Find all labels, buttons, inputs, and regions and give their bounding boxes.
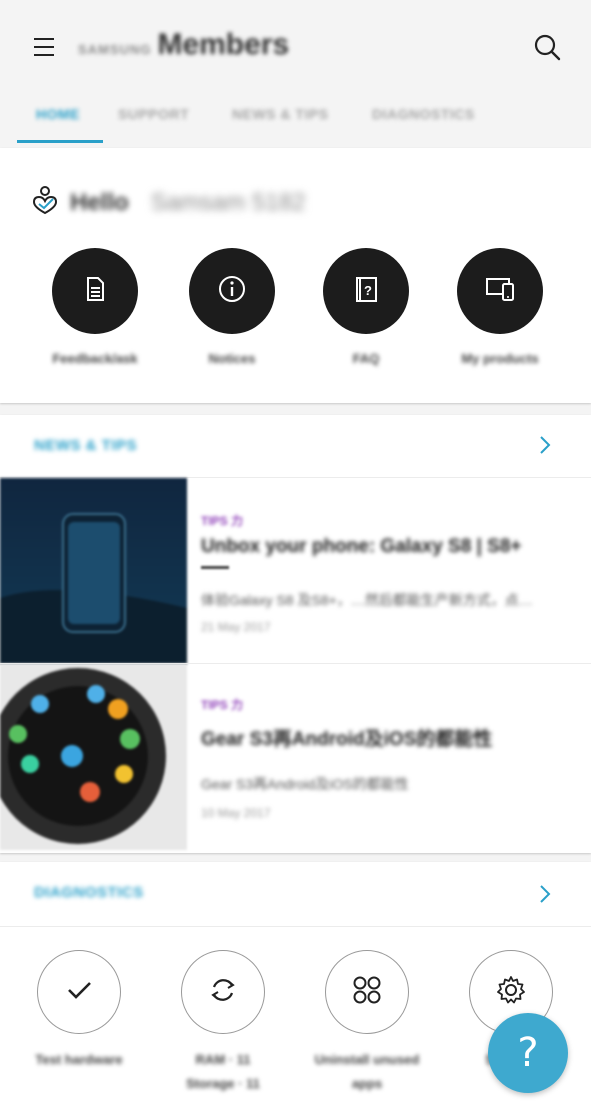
brand-title: Members — [157, 28, 290, 61]
tab-support[interactable]: SUPPORT — [118, 106, 189, 122]
news-description: 体验Galaxy S8 及S8+，…然后都能生产新方式，点… — [201, 592, 533, 608]
devices-icon — [483, 274, 517, 309]
news-tag: TIPS 力 — [201, 698, 244, 712]
my-products-label: My products — [461, 351, 539, 366]
check-icon — [64, 975, 94, 1010]
tab-home[interactable]: HOME — [36, 106, 80, 122]
feedback-button[interactable] — [52, 248, 138, 334]
faq-book-icon: ? — [351, 274, 381, 309]
divider — [0, 926, 591, 927]
hamburger-icon[interactable] — [28, 30, 62, 64]
info-icon — [216, 273, 248, 310]
news-item[interactable]: TIPS 力 Unbox your phone: Galaxy S8 | S8+… — [0, 477, 591, 664]
news-tips-card: NEWS & TIPS TIPS 力 Unbox your phone: Gal… — [0, 415, 591, 853]
search-icon[interactable] — [530, 30, 564, 64]
diag-label-line: Test hardware — [35, 1052, 123, 1067]
help-fab-button[interactable]: ? — [488, 1013, 568, 1093]
news-divider — [201, 566, 229, 569]
news-item[interactable]: TIPS 力 Gear S3再Android及iOS的都能性 Gear S3再A… — [0, 663, 591, 850]
optimize-memory-button[interactable] — [181, 950, 265, 1034]
svg-text:?: ? — [364, 283, 372, 298]
news-tag: TIPS 力 — [201, 514, 244, 528]
notices-button[interactable] — [189, 248, 275, 334]
refresh-icon — [206, 973, 240, 1012]
feedback-label: Feedback/ask — [52, 351, 138, 366]
tab-news-tips[interactable]: NEWS & TIPS — [232, 106, 329, 122]
gear-icon — [494, 973, 528, 1012]
tab-bar: HOME SUPPORT NEWS & TIPS DIAGNOSTICS — [0, 96, 591, 144]
app-title: SAMSUNG Members — [78, 28, 289, 68]
document-icon — [80, 274, 110, 309]
tab-diagnostics[interactable]: DIAGNOSTICS — [372, 106, 475, 122]
diag-label-line: Storage · 11 — [186, 1076, 260, 1091]
uninstall-apps-button[interactable] — [325, 950, 409, 1034]
diag-label-line: Uninstall unused — [314, 1052, 420, 1067]
my-products-button[interactable] — [457, 248, 543, 334]
phone-thumbnail — [0, 478, 187, 664]
news-title: Gear S3再Android及iOS的都能性 — [201, 729, 493, 750]
heart-user-icon — [30, 184, 60, 221]
question-icon: ? — [517, 1030, 539, 1076]
greeting-text: Hello — [70, 188, 129, 216]
greeting-card: Hello Samsam 5182 Feedback/ask Notices ?… — [0, 148, 591, 403]
watch-thumbnail — [0, 664, 187, 850]
diag-label-line: apps — [351, 1076, 383, 1091]
test-hardware-label: Test hardware — [14, 1048, 144, 1072]
news-title: Unbox your phone: Galaxy S8 | S8+ — [201, 536, 522, 557]
faq-button[interactable]: ? — [323, 248, 409, 334]
test-hardware-button[interactable] — [37, 950, 121, 1034]
chevron-right-icon[interactable] — [535, 435, 555, 455]
faq-label: FAQ — [352, 351, 380, 366]
app-bar: SAMSUNG Members — [0, 0, 591, 96]
diagnostics-section-title: DIAGNOSTICS — [34, 884, 144, 901]
user-name: Samsam 5182 — [150, 188, 306, 216]
news-description: Gear S3再Android及iOS的都能性 — [201, 776, 409, 792]
memory-label: RAM · 11 Storage · 11 — [158, 1048, 288, 1096]
active-tab-indicator — [17, 140, 103, 143]
uninstall-apps-label: Uninstall unused apps — [302, 1048, 432, 1096]
chevron-right-icon[interactable] — [535, 884, 555, 904]
brand-prefix: SAMSUNG — [78, 42, 152, 57]
news-date: 21 May 2017 — [201, 620, 271, 634]
greeting-row: Hello Samsam 5182 — [30, 184, 305, 221]
apps-grid-icon — [350, 973, 384, 1012]
notices-label: Notices — [208, 351, 256, 366]
news-date: 10 May 2017 — [201, 806, 271, 820]
diag-label-line: RAM · 11 — [195, 1052, 251, 1067]
news-section-title: NEWS & TIPS — [34, 437, 138, 454]
